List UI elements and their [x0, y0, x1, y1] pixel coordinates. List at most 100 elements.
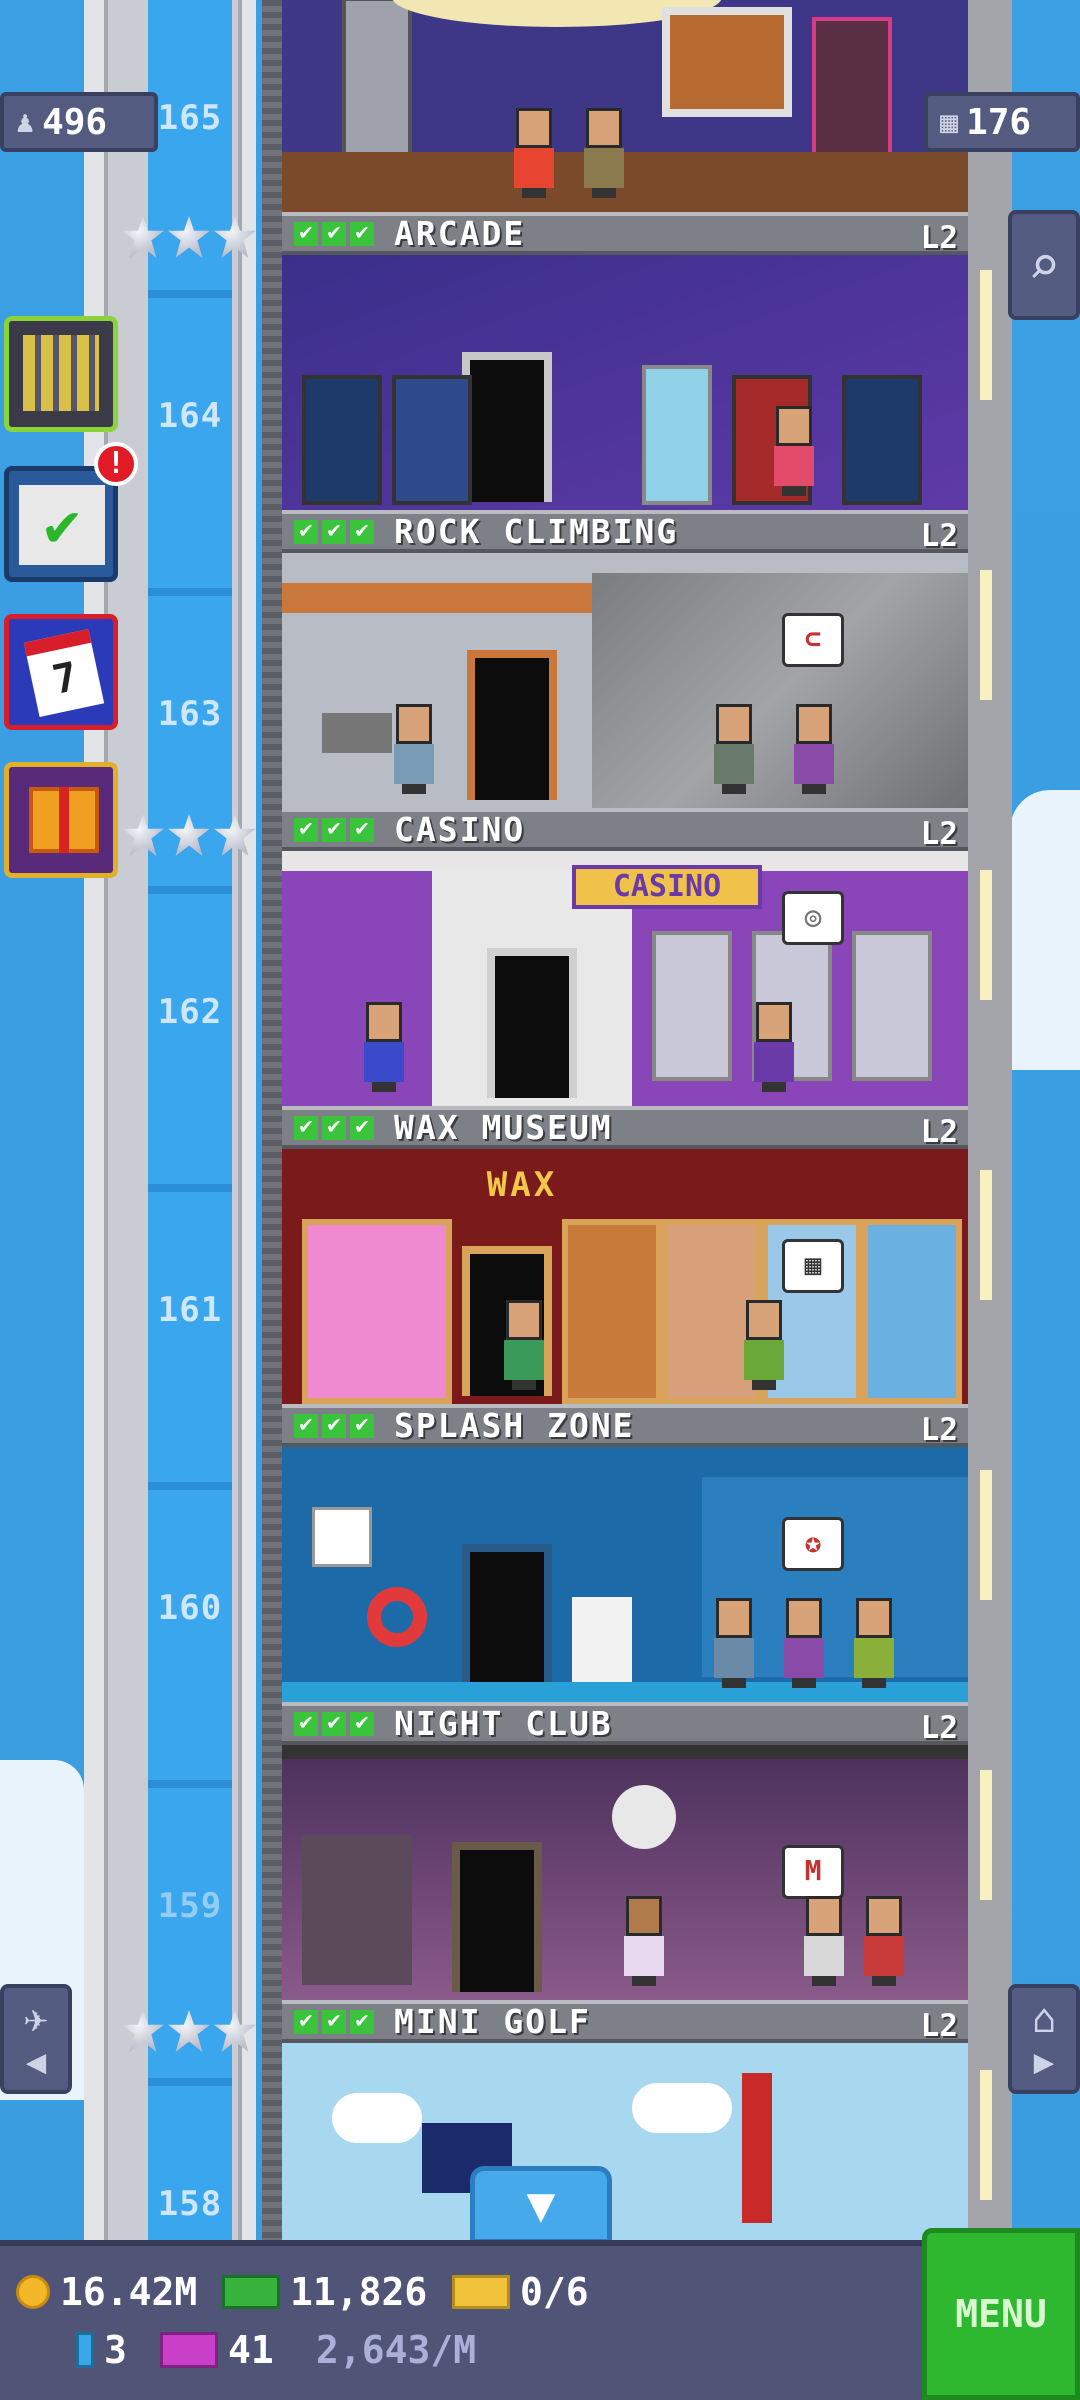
speech-bubble: ▦	[782, 1239, 844, 1293]
check-icon: ✔	[322, 817, 346, 842]
build-button[interactable]	[4, 316, 118, 432]
casino-sign: CASINO	[572, 865, 762, 909]
floor-number: 165	[157, 98, 223, 138]
npc	[852, 1598, 896, 1688]
floor-164[interactable]: ✔ ✔ ✔ ROCK CLIMBING L2	[282, 255, 968, 553]
vip-icon	[160, 2332, 218, 2368]
scroll-down-button[interactable]: ▼	[470, 2166, 612, 2244]
npc	[742, 1300, 786, 1390]
calendar-button[interactable]: 7	[4, 614, 118, 730]
check-icon: ✔	[294, 817, 318, 842]
tickets-counter[interactable]: 0/6	[452, 2270, 589, 2314]
floor-162[interactable]: CASINO ◎ ✔ ✔ ✔ WAX MUSEUM L2	[282, 851, 968, 1149]
npc	[712, 1598, 756, 1688]
star-icon	[122, 814, 164, 856]
floor-158[interactable]	[282, 2043, 968, 2240]
npc	[502, 1300, 546, 1390]
room-art: ✪	[282, 1447, 968, 1702]
speech-bubble: M	[782, 1845, 844, 1899]
npc	[512, 108, 556, 198]
speech-bubble: ⊂	[782, 613, 844, 667]
floor-number: 161	[157, 1290, 223, 1330]
star-icon	[214, 216, 256, 258]
gems-counter[interactable]: 3	[76, 2328, 127, 2372]
menu-button[interactable]: MENU	[922, 2228, 1080, 2400]
floor-level: L2	[920, 518, 958, 553]
floor-bar: ✔ ✔ ✔ MINI GOLF L2	[282, 2000, 968, 2043]
check-icon: ✔	[350, 1413, 374, 1438]
star-icon	[168, 814, 210, 856]
cloud	[1010, 790, 1080, 1070]
floor-name: SPLASH ZONE	[394, 1406, 635, 1445]
person-icon: ♟	[16, 104, 35, 140]
speech-bubble: ✪	[782, 1517, 844, 1571]
home-next-button[interactable]: ⌂ ▶	[1008, 1984, 1080, 2094]
npc	[712, 704, 756, 794]
npc	[772, 406, 816, 496]
npc	[862, 1896, 906, 1986]
floor-159[interactable]: M ✔ ✔ ✔ MINI GOLF L2	[282, 1745, 968, 2043]
floor-level: L2	[920, 220, 958, 255]
clipboard-check-icon: ✔	[19, 485, 105, 565]
coin-icon	[16, 2275, 50, 2309]
floor-rating-stars	[122, 814, 256, 856]
search-button[interactable]: ⌕	[1008, 210, 1080, 320]
npc	[792, 704, 836, 794]
check-icon: ✔	[322, 1711, 346, 1736]
check-icon: ✔	[294, 1413, 318, 1438]
floor-number: 164	[157, 396, 223, 436]
floor-rating-stars	[122, 216, 256, 258]
missions-button[interactable]: ✔	[4, 466, 118, 582]
floors-counter[interactable]: ▦ 176	[924, 92, 1080, 152]
room-art	[282, 255, 968, 510]
check-icon: ✔	[350, 817, 374, 842]
population-value: 496	[42, 101, 108, 143]
bux-counter[interactable]: 11,826	[222, 2270, 427, 2314]
check-icon: ✔	[294, 519, 318, 544]
gems-value: 3	[104, 2328, 127, 2372]
speech-bubble: ◎	[782, 891, 844, 945]
npc	[752, 1002, 796, 1092]
check-icon: ✔	[350, 1711, 374, 1736]
npc	[362, 1002, 406, 1092]
star-icon	[168, 2010, 210, 2052]
floor-number: 159	[157, 1886, 223, 1926]
floor-165[interactable]: ✔ ✔ ✔ ARCADE L2	[282, 0, 968, 255]
room-art: WAX ▦	[282, 1149, 968, 1404]
floor-level: L2	[920, 1710, 958, 1745]
gem-icon	[76, 2332, 94, 2368]
coins-value: 16.42M	[60, 2270, 198, 2314]
floor-163[interactable]: ⊂ ✔ ✔ ✔ CASINO L2	[282, 553, 968, 851]
floor-number: 162	[157, 992, 223, 1032]
calendar-icon: 7	[23, 628, 105, 718]
npc	[802, 1896, 846, 1986]
floor-160[interactable]: ✪ ✔ ✔ ✔ NIGHT CLUB L2	[282, 1447, 968, 1745]
gift-button[interactable]	[4, 762, 118, 878]
bux-icon	[222, 2275, 280, 2309]
ticket-icon	[452, 2275, 510, 2309]
star-icon	[122, 2010, 164, 2052]
floor-name: WAX MUSEUM	[394, 1108, 613, 1147]
floor-number: 160	[157, 1588, 223, 1628]
coins-counter[interactable]: 16.42M	[16, 2270, 197, 2314]
npc	[782, 1598, 826, 1688]
floor-bar: ✔ ✔ ✔ NIGHT CLUB L2	[282, 1702, 968, 1745]
floor-rating-stars	[122, 2010, 256, 2052]
check-icon: ✔	[294, 1711, 318, 1736]
floor-161[interactable]: WAX ▦ ✔ ✔ ✔ SPLASH ZONE L2	[282, 1149, 968, 1447]
star-icon	[122, 216, 164, 258]
population-counter[interactable]: ♟ 496	[0, 92, 158, 152]
check-icon: ✔	[322, 2009, 346, 2034]
tickets-value: 0/6	[520, 2270, 589, 2314]
elevator-prev-button[interactable]: ✈ ◀	[0, 1984, 72, 2094]
rate-value: 2,643/M	[316, 2328, 477, 2372]
npc	[392, 704, 436, 794]
floor-name: NIGHT CLUB	[394, 1704, 613, 1743]
home-next-icon: ⌂	[1031, 1996, 1057, 2042]
floor-name: ARCADE	[394, 214, 526, 253]
floor-bar: ✔ ✔ ✔ ARCADE L2	[282, 212, 968, 255]
star-icon	[168, 216, 210, 258]
floor-name: CASINO	[394, 810, 526, 849]
notification-badge: !	[94, 442, 138, 486]
vip-counter[interactable]: 41	[160, 2328, 274, 2372]
